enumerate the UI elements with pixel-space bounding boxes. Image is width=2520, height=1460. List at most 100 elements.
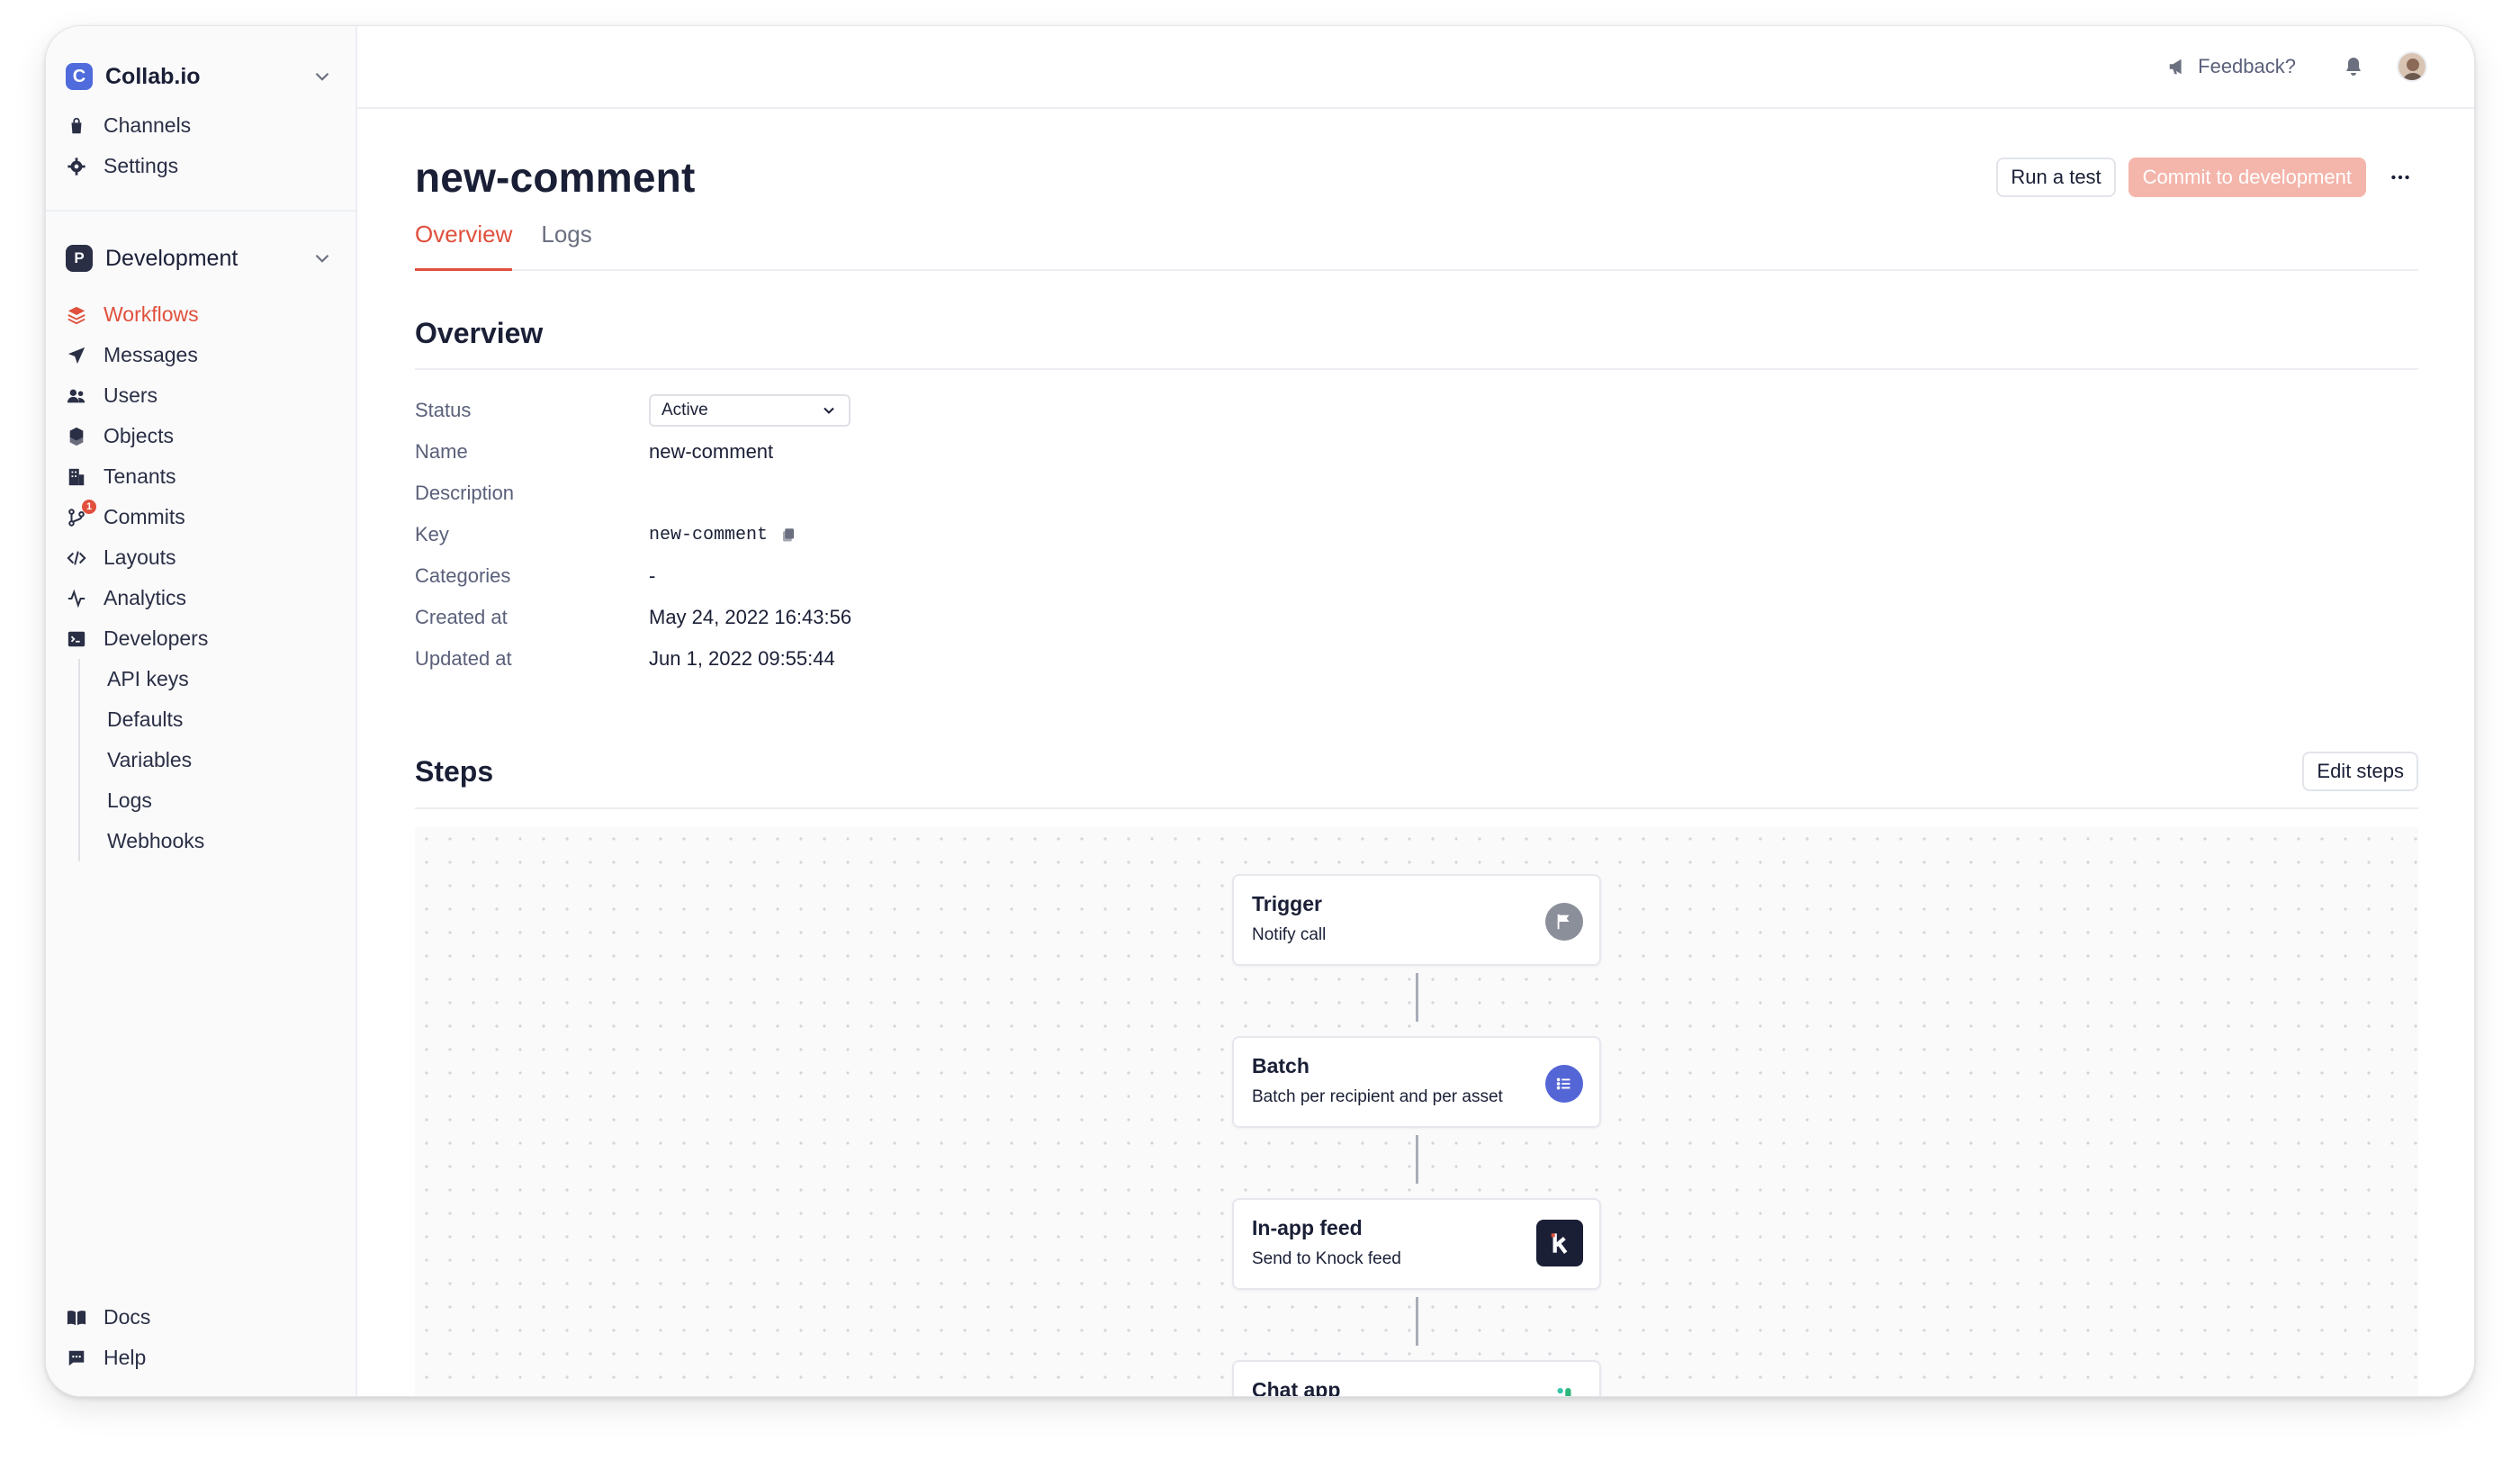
step-card-in-app-feed[interactable]: In-app feed Send to Knock feed <box>1232 1198 1601 1290</box>
sidebar-item-objects[interactable]: Objects <box>66 416 334 456</box>
sidebar-item-workflows[interactable]: Workflows <box>66 294 334 335</box>
sidebar-item-label: Channels <box>104 113 192 137</box>
gear-icon <box>66 156 87 177</box>
sidebar-item-label: Developers <box>104 626 209 650</box>
categories-row: Categories - <box>415 555 2418 597</box>
sidebar-item-label: Help <box>104 1346 147 1369</box>
page-title: new-comment <box>415 154 696 201</box>
sidebar-item-docs[interactable]: Docs <box>66 1297 150 1338</box>
layers-icon <box>66 304 87 326</box>
step-card-chat-app[interactable]: Chat app <box>1232 1360 1601 1396</box>
main-content: Feedback? new-comment Run a test Commit … <box>357 26 2474 1396</box>
sidebar-item-label: Messages <box>104 343 198 366</box>
cubes-icon <box>66 426 87 447</box>
name-value: new-comment <box>649 440 774 463</box>
activity-icon <box>66 588 87 609</box>
sidebar-item-tenants[interactable]: Tenants <box>66 456 334 497</box>
sidebar-item-label: Workflows <box>104 302 199 326</box>
app-window: C Collab.io Channels Settings P Developm… <box>45 25 2475 1397</box>
sidebar-item-help[interactable]: Help <box>66 1338 150 1378</box>
commits-badge: 1 <box>82 499 96 514</box>
topbar: Feedback? <box>357 26 2474 109</box>
sidebar-item-users[interactable]: Users <box>66 375 334 416</box>
sidebar-item-developers[interactable]: Developers <box>66 618 334 659</box>
categories-value: - <box>649 564 656 587</box>
sidebar: C Collab.io Channels Settings P Developm… <box>46 26 357 1396</box>
chevron-down-icon <box>315 254 329 263</box>
workspace-section: C Collab.io Channels Settings <box>46 26 356 212</box>
steps-section: Steps Edit steps Trigger Notify call Bat… <box>415 735 2418 1396</box>
workflow-canvas[interactable]: Trigger Notify call Batch Batch per reci… <box>415 827 2418 1396</box>
environment-name: Development <box>105 245 238 271</box>
created-label: Created at <box>415 606 508 628</box>
list-icon <box>1545 1065 1583 1103</box>
sidebar-item-analytics[interactable]: Analytics <box>66 578 334 618</box>
workspace-name: Collab.io <box>105 63 201 89</box>
categories-label: Categories <box>415 564 511 587</box>
steps-heading: Steps <box>415 754 494 788</box>
copy-icon[interactable] <box>780 527 796 543</box>
name-row: Name new-comment <box>415 431 2418 473</box>
workspace-switcher[interactable]: C Collab.io <box>66 57 334 96</box>
status-row: Status Active <box>415 390 2418 431</box>
sidebar-item-label: Commits <box>104 505 185 528</box>
user-avatar[interactable] <box>2397 51 2427 82</box>
created-value: May 24, 2022 16:43:56 <box>649 606 852 628</box>
flag-icon <box>1545 903 1583 941</box>
step-description: Notify call <box>1252 925 1327 944</box>
status-label: Status <box>415 399 472 421</box>
name-label: Name <box>415 440 468 463</box>
chevron-down-icon <box>315 72 329 81</box>
git-branch-icon: 1 <box>66 499 96 528</box>
steps-header: Steps Edit steps <box>415 735 2418 809</box>
run-test-button[interactable]: Run a test <box>1996 158 2116 197</box>
sidebar-subitem-api-keys[interactable]: API keys <box>107 659 334 699</box>
sidebar-item-settings[interactable]: Settings <box>66 146 334 186</box>
edit-steps-button[interactable]: Edit steps <box>2302 752 2418 791</box>
feedback-label: Feedback? <box>2198 55 2296 77</box>
workspace-logo: C <box>66 63 93 90</box>
environment-switcher[interactable]: P Development <box>66 239 334 278</box>
status-value: Active <box>662 401 708 419</box>
sidebar-item-label: Objects <box>104 424 174 447</box>
sidebar-item-label: Layouts <box>104 545 176 569</box>
step-connector <box>1416 973 1418 1022</box>
sidebar-item-commits[interactable]: 1 Commits <box>66 497 334 537</box>
more-options-icon[interactable] <box>2382 159 2418 195</box>
overview-section: Overview Status Active Name new-comment … <box>415 271 2418 680</box>
building-icon <box>66 466 87 488</box>
bell-icon[interactable] <box>2343 56 2364 77</box>
tab-bar: Overview Logs <box>415 221 2418 271</box>
overview-heading: Overview <box>415 317 544 349</box>
sidebar-item-label: Users <box>104 383 158 407</box>
tab-logs[interactable]: Logs <box>541 221 591 271</box>
step-description: Batch per recipient and per asset <box>1252 1087 1503 1106</box>
sidebar-item-label: Analytics <box>104 586 187 609</box>
description-label: Description <box>415 482 515 504</box>
status-select[interactable]: Active <box>649 394 850 427</box>
sidebar-item-label: Settings <box>104 154 179 177</box>
overview-header: Overview <box>415 271 2418 370</box>
step-card-trigger[interactable]: Trigger Notify call <box>1232 874 1601 966</box>
sidebar-subitem-defaults[interactable]: Defaults <box>107 699 334 740</box>
step-card-batch[interactable]: Batch Batch per recipient and per asset <box>1232 1036 1601 1128</box>
commit-button[interactable]: Commit to development <box>2128 158 2366 197</box>
sidebar-item-label: Tenants <box>104 464 176 488</box>
chat-icon <box>66 1347 87 1369</box>
step-connector <box>1416 1297 1418 1346</box>
sidebar-subitem-logs[interactable]: Logs <box>107 780 334 821</box>
book-icon <box>66 1307 87 1329</box>
sidebar-subitem-variables[interactable]: Variables <box>107 740 334 780</box>
terminal-icon <box>66 628 87 650</box>
tab-overview[interactable]: Overview <box>415 221 513 271</box>
feedback-button[interactable]: Feedback? <box>2167 55 2296 78</box>
sidebar-subitem-webhooks[interactable]: Webhooks <box>107 821 334 861</box>
sidebar-item-layouts[interactable]: Layouts <box>66 537 334 578</box>
knock-logo-icon <box>1536 1220 1583 1266</box>
page-content: new-comment Run a test Commit to develop… <box>357 109 2474 1396</box>
step-title: Trigger <box>1252 892 1322 915</box>
sidebar-item-messages[interactable]: Messages <box>66 335 334 375</box>
updated-value: Jun 1, 2022 09:55:44 <box>649 647 835 670</box>
step-title: In-app feed <box>1252 1216 1363 1239</box>
sidebar-item-channels[interactable]: Channels <box>66 105 334 146</box>
